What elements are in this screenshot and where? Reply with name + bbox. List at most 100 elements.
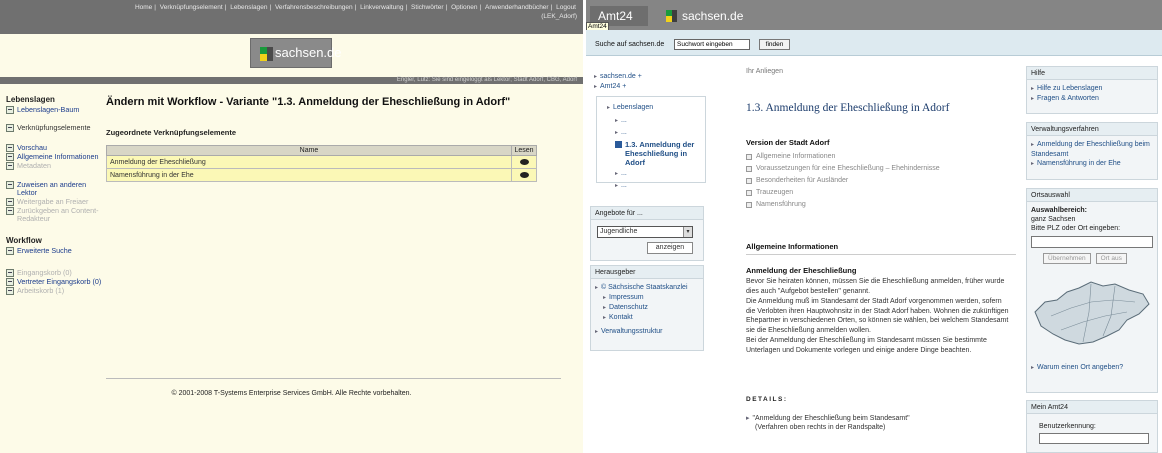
ortsauswahl-box: Ortsauswahl Auswahlbereich: ganz Sachsen… [1026, 188, 1158, 393]
sidebar-item-label: Metadaten [17, 161, 51, 170]
sidebar-item-lebenslagen-baum[interactable]: Lebenslagen-Baum [6, 106, 106, 114]
sidebar-item-vorschau[interactable]: Vorschau [6, 144, 106, 152]
nav-sep: | [550, 4, 553, 11]
read-cell [511, 168, 537, 182]
nav-verfahrensbeschreibungen[interactable]: Verfahrensbeschreibungen [275, 4, 353, 11]
sidebar: Lebenslagen Lebenslagen-Baum Verknüpfung… [6, 95, 106, 296]
nav-lebenslagen[interactable]: Lebenslagen [607, 103, 705, 113]
plus-box-icon [6, 162, 14, 170]
sidebar-item-label: Verknüpfungselemente [17, 123, 91, 132]
nav-sep: | [405, 4, 408, 11]
nav-optionen[interactable]: Optionen [451, 4, 477, 11]
nav-anwenderhandbuecher[interactable]: Anwenderhandbücher [485, 4, 549, 11]
search-input[interactable] [674, 39, 750, 50]
link-fragen-antworten[interactable]: Fragen & Antworten [1031, 94, 1153, 104]
anliegen-link[interactable]: Ihr Anliegen [746, 68, 1016, 75]
sidebar-item-weitergabe[interactable]: Weitergabe an Freiaer [6, 198, 106, 206]
nav-dots[interactable]: ... [615, 169, 705, 179]
sidebar-item-label: Vertreter Eingangskorb (0) [17, 277, 102, 286]
angebote-box: Angebote für ... Jugendliche ▾ anzeigen [590, 206, 704, 261]
bullet-icon [746, 190, 752, 196]
sidebar-heading-workflow: Workflow [6, 236, 42, 245]
search-button[interactable]: finden [759, 39, 790, 50]
column-header-lesen: Lesen [511, 145, 537, 156]
ort-aus-button[interactable]: Ort aus [1095, 253, 1127, 264]
mein-amt24-box: Mein Amt24 Benutzerkennung: [1026, 400, 1158, 453]
list-item[interactable]: Namensführung [746, 199, 940, 211]
nav-dots[interactable]: ... [615, 181, 705, 191]
list-item[interactable]: Trauzeugen [746, 187, 940, 199]
nav-lebenslagen[interactable]: Lebenslagen [230, 4, 267, 11]
ort-prompt: Bitte PLZ oder Ort eingeben: [1031, 225, 1121, 232]
sidebar-item-zuweisen-lektor[interactable]: Zuweisen an anderen Lektor [6, 181, 106, 197]
sidebar-item-verknuepfungselemente[interactable]: Verknüpfungselemente [6, 124, 106, 132]
sidebar-item-metadaten[interactable]: Metadaten [6, 162, 106, 170]
read-cell [511, 155, 537, 169]
link-datenschutz[interactable]: Datenschutz [603, 303, 703, 313]
list-item[interactable]: Allgemeine Informationen [746, 151, 940, 163]
sidebar-item-vertreter-eingangskorb[interactable]: Vertreter Eingangskorb (0) [6, 278, 106, 286]
details-note: (Verfahren oben rechts in der Randspalte… [755, 424, 886, 431]
sidebar-item-label: Erweiterte Suche [17, 246, 72, 255]
herausgeber-title: Herausgeber [591, 266, 703, 279]
link-verfahren-namensfuehrung[interactable]: Namensführung in der Ehe [1031, 159, 1153, 169]
hilfe-box: Hilfe Hilfe zu Lebenslagen Fragen & Antw… [1026, 66, 1158, 114]
cms-window: Home | Verknüpfungselement | Lebenslagen | … [0, 0, 583, 453]
nav-linkverwaltung[interactable]: Linkverwaltung [360, 4, 403, 11]
sidebar-item-eingangskorb[interactable]: Eingangskorb (0) [6, 269, 106, 277]
sidebar-item-arbeitskorb[interactable]: Arbeitskorb (1) [6, 287, 106, 295]
bullet-icon [746, 178, 752, 184]
list-item[interactable]: Besonderheiten für Ausländer [746, 175, 940, 187]
ort-input[interactable] [1031, 236, 1153, 248]
benutzer-input[interactable] [1039, 433, 1149, 444]
hilfe-title: Hilfe [1027, 67, 1157, 80]
nav-current[interactable]: 1.3. Anmeldung der Eheschließung in Ador… [615, 140, 705, 167]
sidebar-heading-lebenslagen: Lebenslagen [6, 95, 55, 104]
sidebar-item-zurueckgeben[interactable]: Zurückgeben an Content-Redakteur [6, 207, 106, 223]
table-row: Anmeldung der Eheschließung [106, 155, 537, 169]
nav-dots[interactable]: ... [615, 116, 705, 126]
bullet-icon [746, 166, 752, 172]
link-staatskanzlei[interactable]: © Sächsische Staatskanzlei [595, 283, 703, 293]
crumb-sachsen[interactable]: sachsen.de + [594, 72, 704, 82]
search-bar: Suche auf sachsen.de finden [586, 30, 1162, 56]
link-kontakt[interactable]: Kontakt [603, 313, 703, 323]
link-impressum[interactable]: Impressum [603, 293, 703, 303]
details-heading: DETAILS: [746, 396, 788, 403]
sidebar-item-label: Weitergabe an Freiaer [17, 197, 89, 206]
list-item-label: Voraussetzungen für eine Eheschließung –… [756, 165, 940, 172]
nav-verknuepfungselement[interactable]: Verknüpfungselement [160, 4, 223, 11]
nav-home[interactable]: Home [135, 4, 152, 11]
crumb-amt24[interactable]: Amt24 + [594, 82, 704, 92]
copyright: © 2001-2008 T-Systems Enterprise Service… [171, 390, 412, 397]
sidebar-item-label: Eingangskorb (0) [17, 268, 72, 277]
list-item-label: Besonderheiten für Ausländer [756, 177, 849, 184]
angebote-select[interactable]: Jugendliche ▾ [597, 226, 693, 238]
nav-logout[interactable]: Logout [556, 4, 576, 11]
uebernehmen-button[interactable]: Übernehmen [1043, 253, 1091, 264]
sidebar-item-erweiterte-suche[interactable]: Erweiterte Suche [6, 247, 106, 255]
sidebar-item-allgemeine-informationen[interactable]: Allgemeine Informationen [6, 153, 106, 161]
logo-text: sachsen.de [682, 9, 744, 23]
nav-stichwoerter[interactable]: Stichwörter [411, 4, 444, 11]
nav-user-id: (LEK_Adorf) [541, 13, 577, 20]
nav-dots[interactable]: ... [615, 128, 705, 138]
link-verfahren-anmeldung[interactable]: Anmeldung der Eheschließung beim Standes… [1031, 140, 1153, 159]
plus-box-icon [6, 181, 14, 189]
eye-icon[interactable] [519, 158, 529, 165]
plus-box-icon [6, 278, 14, 286]
eye-icon[interactable] [519, 171, 529, 178]
saxony-map[interactable] [1031, 272, 1153, 352]
angebote-button[interactable]: anzeigen [647, 242, 693, 254]
top-navigation: Home | Verknüpfungselement | Lebenslagen | … [0, 0, 583, 34]
link-warum-ort[interactable]: Warum einen Ort angeben? [1031, 363, 1153, 373]
main-content: Ihr Anliegen 1.3. Anmeldung der Eheschli… [746, 68, 1016, 431]
link-hilfe-lebenslagen[interactable]: Hilfe zu Lebenslagen [1031, 84, 1153, 94]
sachsen-logo: sachsen.de [250, 38, 342, 68]
list-item[interactable]: Voraussetzungen für eine Eheschließung –… [746, 163, 940, 175]
verfahren-box: Verwaltungsverfahren Anmeldung der Ehesc… [1026, 122, 1158, 180]
link-verwaltungsstruktur[interactable]: Verwaltungsstruktur [595, 327, 703, 337]
sidebar-item-label: Vorschau [17, 143, 47, 152]
details-link[interactable]: "Anmeldung der Eheschließung beim Stande… [746, 414, 910, 432]
sachsen-logo[interactable]: sachsen.de [664, 8, 743, 24]
